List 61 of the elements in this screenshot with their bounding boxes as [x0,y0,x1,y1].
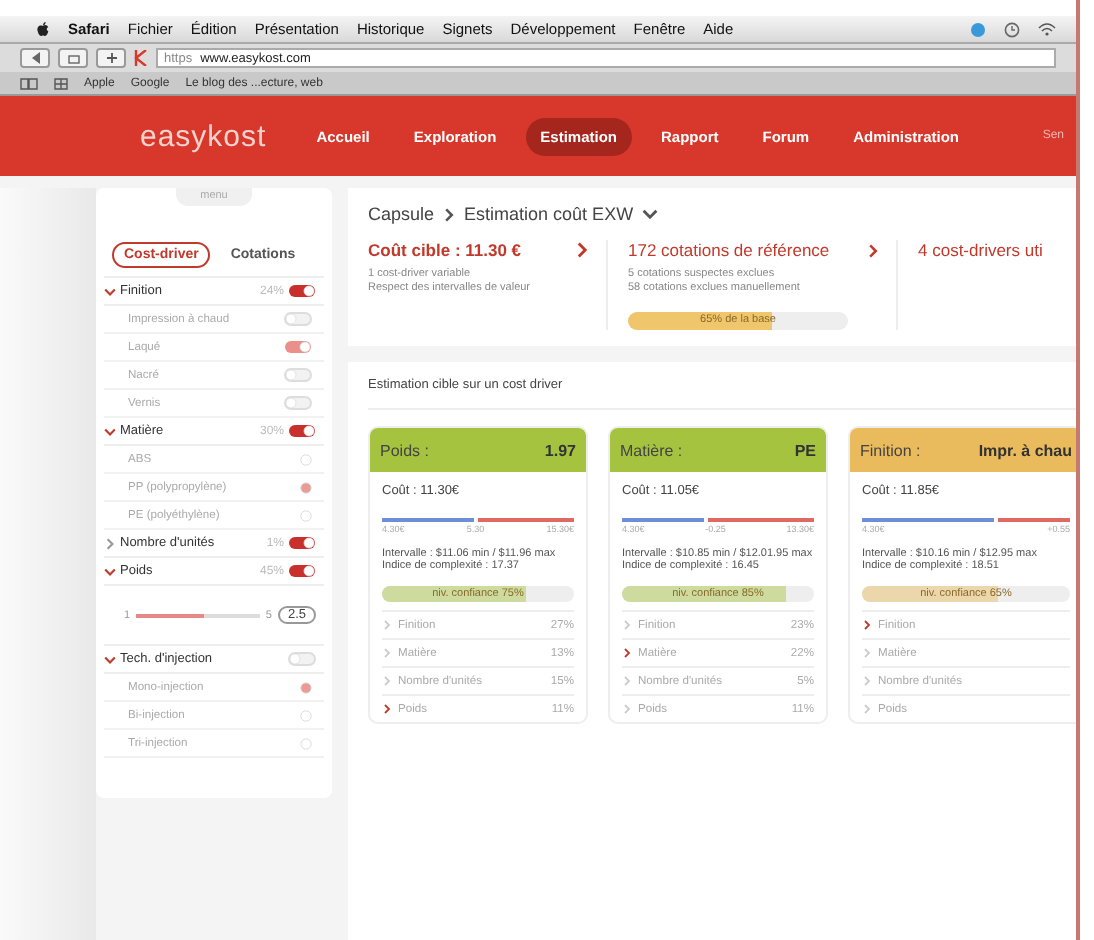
toggle-switch[interactable] [288,284,316,298]
chevron-icon [862,648,872,658]
book-icon[interactable] [20,77,38,89]
status-icon[interactable] [970,21,986,37]
card-title: Matière : [620,441,683,459]
radio-button[interactable] [300,709,312,721]
add-button[interactable] [96,48,126,68]
chevron-icon [622,704,632,714]
toggle-switch[interactable] [288,564,316,578]
card-value: Impr. à chau [978,441,1072,459]
chevron-icon [104,285,116,297]
wifi-icon[interactable] [1038,22,1056,36]
plus-icon [105,52,117,64]
back-arrow-icon [29,52,41,64]
breadcrumb-link[interactable]: Capsule [368,204,435,224]
chevron-icon [442,207,457,221]
toggle-switch[interactable] [288,424,316,438]
breadcrumb-current[interactable]: Estimation coût EXW [464,204,634,224]
clock-icon[interactable] [1004,21,1020,37]
chevron-icon [574,242,590,258]
tray-icon [67,52,79,64]
summary-title[interactable]: 172 cotations de référence [628,240,830,260]
toggle-switch[interactable] [288,652,316,666]
card-value: 1.97 [544,441,576,459]
site-logo[interactable]: easykost [140,119,267,153]
chevron-icon [104,565,116,577]
chevron-icon [866,243,880,257]
toggle-switch[interactable] [284,340,312,354]
radio-button[interactable] [300,681,312,693]
card-title: Finition : [860,441,921,459]
toggle-switch[interactable] [284,368,312,382]
chevron-icon [622,648,632,658]
chevron-icon [104,653,116,665]
toggle-switch[interactable] [288,536,316,550]
share-button[interactable] [58,48,88,68]
toggle-switch[interactable] [284,396,312,410]
apple-logo-icon[interactable] [36,21,50,37]
summary-title[interactable]: 4 cost-drivers uti [918,240,1043,260]
chevron-icon [622,676,632,686]
card-title: Poids : [380,441,429,459]
chevron-icon [862,620,872,630]
chevron-icon [382,648,392,658]
chevron-icon [382,620,392,630]
summary-title[interactable]: Coût cible : 11.30 € [368,240,522,260]
chevron-icon [641,206,658,222]
chevron-icon [862,704,872,714]
grid-icon[interactable] [54,77,68,89]
back-button[interactable] [20,48,50,68]
chevron-icon [104,425,116,437]
k-logo-icon [134,50,148,66]
radio-button[interactable] [300,481,312,493]
chevron-icon [382,704,392,714]
chevron-icon [862,676,872,686]
radio-button[interactable] [300,453,312,465]
radio-button[interactable] [300,509,312,521]
chevron-icon [382,676,392,686]
radio-button[interactable] [300,737,312,749]
chevron-icon [104,537,116,549]
chevron-icon [622,620,632,630]
card-value: PE [794,441,816,459]
toggle-switch[interactable] [284,312,312,326]
